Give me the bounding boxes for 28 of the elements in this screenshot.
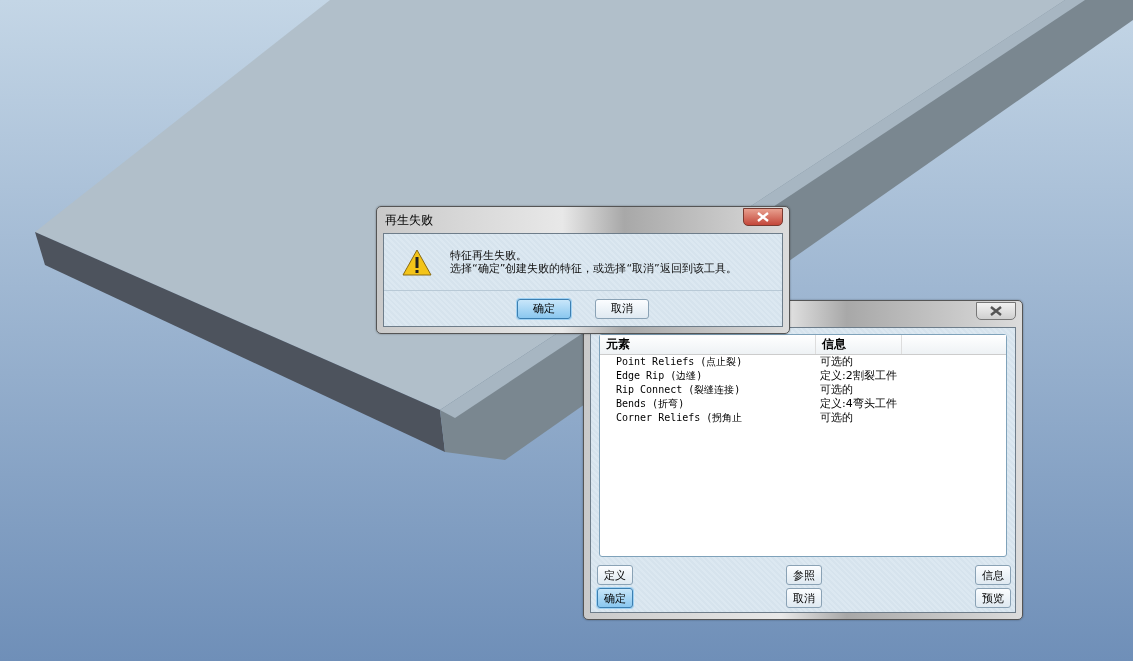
dialog-title: 再生失败 [384, 211, 433, 229]
dialog-button[interactable]: 参照 [786, 565, 822, 585]
dialog-button[interactable]: 信息 [975, 565, 1011, 585]
message-text: 特征再生失败。 [450, 249, 528, 262]
info-cell-text: 可选的 [819, 383, 854, 397]
element-cell-text: Rip Connect (裂缝连接) [615, 383, 742, 397]
warning-icon [402, 248, 432, 276]
element-cell-text: Bends (折弯) [615, 397, 686, 411]
close-icon [757, 212, 769, 222]
element-cell-text: Edge Rip (边缝) [615, 369, 704, 383]
dialog-button[interactable]: 确定 [517, 298, 571, 319]
message-text: 选择“确定”创建失败的特征，或选择“取消”返回到该工具。 [450, 262, 737, 275]
close-button[interactable] [976, 302, 1016, 320]
close-button[interactable] [743, 208, 783, 226]
column-header: 元素 [600, 335, 816, 354]
dialog-button[interactable]: 确定 [597, 588, 633, 608]
element-cell-text: Corner Reliefs (拐角止 [615, 411, 744, 425]
dialog-button[interactable]: 取消 [595, 298, 649, 319]
info-cell-text: 可选的 [819, 411, 854, 425]
info-cell-text: 可选的 [819, 355, 854, 369]
close-icon [990, 306, 1002, 316]
element-cell-text: Point Reliefs (点止裂) [615, 355, 744, 369]
dialog-button[interactable]: 定义 [597, 565, 633, 585]
dialog-button[interactable]: 预览 [975, 588, 1011, 608]
dialog-button[interactable]: 取消 [786, 588, 822, 608]
column-header: 信息 [816, 335, 902, 354]
info-cell-text: 定义:2割裂工件 [819, 369, 898, 383]
info-cell-text: 定义:4弯头工件 [819, 397, 898, 411]
